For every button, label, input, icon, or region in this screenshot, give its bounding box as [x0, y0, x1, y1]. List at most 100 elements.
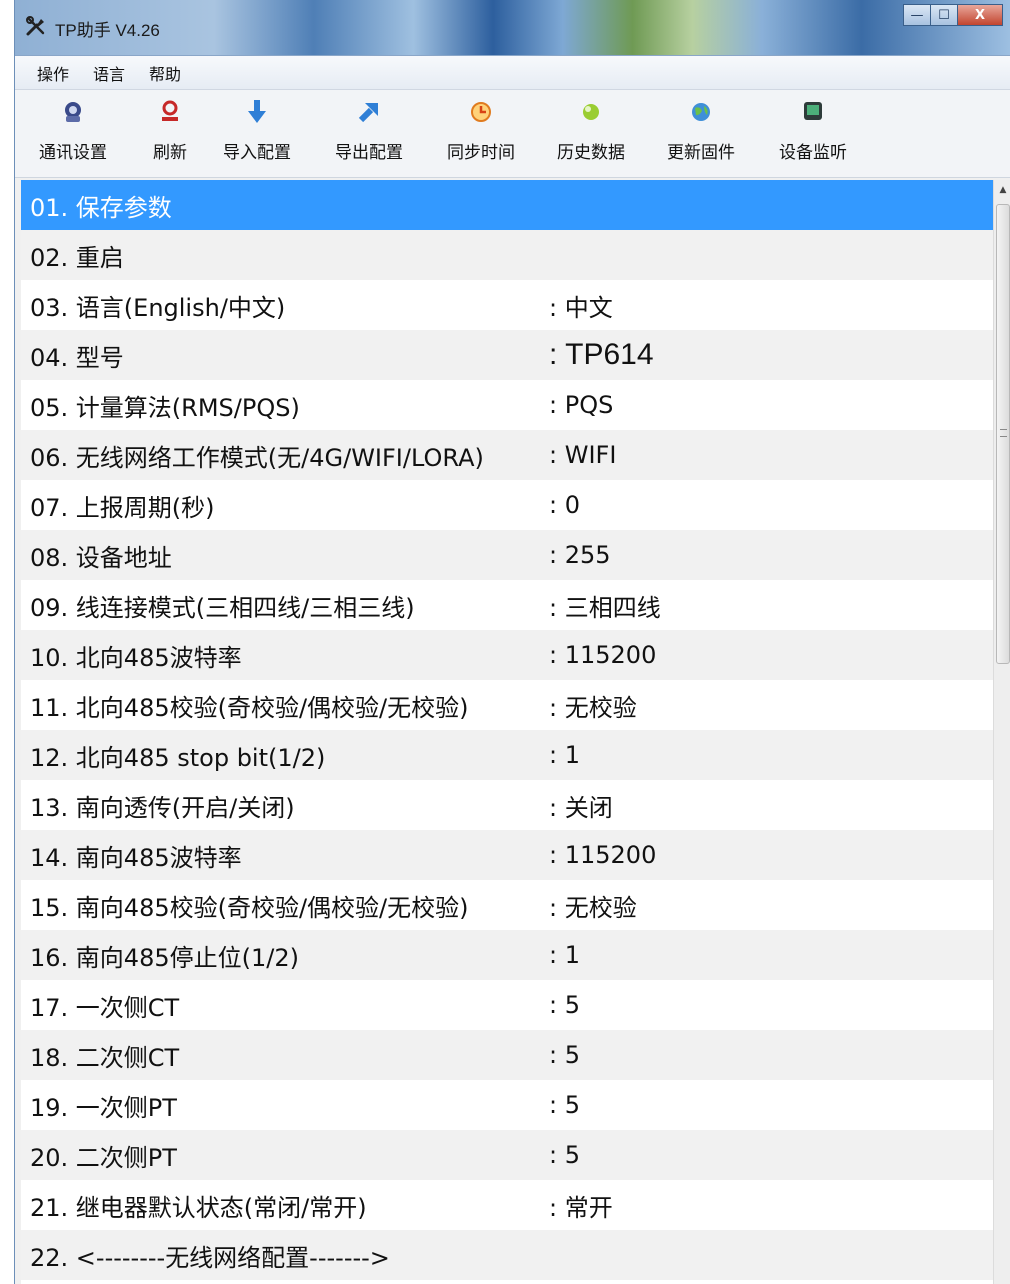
param-label: 01. 保存参数	[30, 193, 172, 222]
list-item[interactable]: 14. 南向485波特率 : 115200	[21, 830, 993, 880]
list-item[interactable]: 10. 北向485波特率 : 115200	[21, 630, 993, 680]
comm-settings-button[interactable]: 通讯设置	[39, 98, 107, 163]
param-value: : 5	[549, 1041, 580, 1069]
grip-icon	[1000, 429, 1007, 437]
vertical-scrollbar[interactable]: ▲	[993, 180, 1010, 1284]
scroll-up-arrow-icon[interactable]: ▲	[994, 180, 1010, 200]
tool-label: 导入配置	[223, 143, 291, 163]
tool-label: 通讯设置	[39, 143, 107, 163]
list-item[interactable]: 16. 南向485停止位(1/2) : 1	[21, 930, 993, 980]
clock-sync-icon	[471, 102, 491, 122]
param-label: 09. 线连接模式(三相四线/三相三线)	[30, 593, 415, 622]
app-window: TP助手 V4.26 — ☐ X 操作 语言 帮助 通讯设置 刷新 导入配置 导…	[14, 0, 1010, 1284]
list-item[interactable]: 20. 二次侧PT : 5	[21, 1130, 993, 1180]
param-label: 12. 北向485 stop bit(1/2)	[30, 743, 326, 772]
tool-label: 设备监听	[779, 143, 847, 163]
list-item[interactable]: 03. 语言(English/中文) : 中文	[21, 280, 993, 330]
param-value: : 255	[549, 541, 611, 569]
title-bar[interactable]: TP助手 V4.26 — ☐ X	[15, 0, 1010, 56]
connection-settings-icon	[65, 102, 81, 122]
param-value: : 关闭	[549, 793, 613, 822]
param-label: 17. 一次侧CT	[30, 993, 180, 1022]
menu-help[interactable]: 帮助	[149, 61, 181, 85]
list-item[interactable]: 13. 南向透传(开启/关闭) : 关闭	[21, 780, 993, 830]
tool-label: 同步时间	[447, 143, 515, 163]
param-value: : 三相四线	[549, 593, 661, 622]
param-value: : 1	[549, 741, 580, 769]
list-item[interactable]: 01. 保存参数	[21, 180, 993, 230]
list-item[interactable]: 22. <--------无线网络配置------->	[21, 1230, 993, 1280]
update-firmware-button[interactable]: 更新固件	[667, 98, 735, 163]
param-label: 13. 南向透传(开启/关闭)	[30, 793, 295, 822]
tools-icon	[26, 16, 45, 36]
parameter-list[interactable]: 01. 保存参数 02. 重启 03. 语言(English/中文) : 中文 …	[21, 180, 993, 1284]
param-value: : 5	[549, 1091, 580, 1119]
param-label: 21. 继电器默认状态(常闭/常开)	[30, 1193, 367, 1222]
history-data-icon	[583, 104, 599, 120]
param-label: 08. 设备地址	[30, 543, 172, 572]
export-config-button[interactable]: 导出配置	[335, 98, 403, 163]
param-value: : 5	[549, 1141, 580, 1169]
param-value: : 无校验	[549, 693, 637, 722]
list-item[interactable]: 09. 线连接模式(三相四线/三相三线) : 三相四线	[21, 580, 993, 630]
sync-time-button[interactable]: 同步时间	[447, 98, 515, 163]
param-label: 16. 南向485停止位(1/2)	[30, 943, 299, 972]
param-label: 06. 无线网络工作模式(无/4G/WIFI/LORA)	[30, 443, 484, 472]
param-value: : 常开	[549, 1193, 613, 1222]
import-config-button[interactable]: 导入配置	[223, 98, 291, 163]
param-label: 14. 南向485波特率	[30, 843, 242, 872]
import-arrow-icon	[248, 100, 266, 123]
param-label: 03. 语言(English/中文)	[30, 293, 286, 322]
list-item[interactable]: 05. 计量算法(RMS/PQS) : PQS	[21, 380, 993, 430]
param-label: 02. 重启	[30, 243, 124, 272]
list-item[interactable]: 08. 设备地址 : 255	[21, 530, 993, 580]
param-value: : 中文	[549, 293, 613, 322]
history-data-button[interactable]: 历史数据	[557, 98, 625, 163]
list-item[interactable]: 21. 继电器默认状态(常闭/常开) : 常开	[21, 1180, 993, 1230]
param-value: : TP614	[549, 338, 654, 371]
list-item[interactable]: 15. 南向485校验(奇校验/偶校验/无校验) : 无校验	[21, 880, 993, 930]
list-item[interactable]: 19. 一次侧PT : 5	[21, 1080, 993, 1130]
list-item[interactable]: 17. 一次侧CT : 5	[21, 980, 993, 1030]
param-label: 22. <--------无线网络配置------->	[30, 1243, 390, 1272]
close-button[interactable]: X	[957, 4, 1003, 26]
param-label: 11. 北向485校验(奇校验/偶校验/无校验)	[30, 693, 469, 722]
list-item[interactable]: 18. 二次侧CT : 5	[21, 1030, 993, 1080]
window-title: TP助手 V4.26	[55, 21, 160, 40]
list-item[interactable]: 06. 无线网络工作模式(无/4G/WIFI/LORA) : WIFI	[21, 430, 993, 480]
param-value: : 115200	[549, 841, 657, 869]
globe-update-icon	[692, 103, 710, 121]
window-controls: — ☐ X	[903, 4, 1003, 28]
maximize-button[interactable]: ☐	[930, 4, 958, 26]
list-item[interactable]: 07. 上报周期(秒) : 0	[21, 480, 993, 530]
param-label: 10. 北向485波特率	[30, 643, 242, 672]
tool-label: 更新固件	[667, 143, 735, 163]
monitor-icon	[804, 102, 822, 120]
list-item[interactable]: 12. 北向485 stop bit(1/2) : 1	[21, 730, 993, 780]
param-value: : 无校验	[549, 893, 637, 922]
export-arrow-icon	[358, 103, 378, 123]
refresh-button[interactable]: 刷新	[153, 98, 187, 163]
scroll-thumb[interactable]	[996, 204, 1010, 664]
param-value: : 5	[549, 991, 580, 1019]
param-label: 05. 计量算法(RMS/PQS)	[30, 393, 300, 422]
tool-label: 导出配置	[335, 143, 403, 163]
param-label: 07. 上报周期(秒)	[30, 493, 215, 522]
param-value: : 115200	[549, 641, 657, 669]
param-label: 04. 型号	[30, 343, 124, 372]
list-item[interactable]: 04. 型号 : TP614	[21, 330, 993, 380]
menu-language[interactable]: 语言	[93, 61, 125, 85]
param-label: 18. 二次侧CT	[30, 1043, 180, 1072]
param-value: : 0	[549, 491, 580, 519]
param-value: : PQS	[549, 391, 614, 419]
menu-bar: 操作 语言 帮助	[15, 56, 1010, 90]
param-label: 19. 一次侧PT	[30, 1093, 177, 1122]
toolbar: 通讯设置 刷新 导入配置 导出配置 同步时间 历史数据 更新固件 设备监听	[15, 90, 1010, 178]
minimize-button[interactable]: —	[903, 4, 931, 26]
param-label: 15. 南向485校验(奇校验/偶校验/无校验)	[30, 893, 469, 922]
list-item[interactable]: 02. 重启	[21, 230, 993, 280]
param-label: 20. 二次侧PT	[30, 1143, 177, 1172]
device-monitor-button[interactable]: 设备监听	[779, 98, 847, 163]
menu-operate[interactable]: 操作	[37, 61, 69, 85]
list-item[interactable]: 11. 北向485校验(奇校验/偶校验/无校验) : 无校验	[21, 680, 993, 730]
